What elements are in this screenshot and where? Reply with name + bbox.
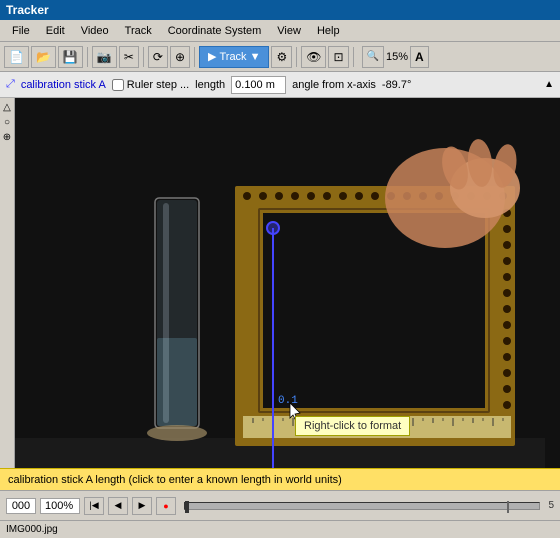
menu-help[interactable]: Help: [309, 23, 348, 39]
frame-end-number: 5: [548, 500, 554, 511]
play-back-icon: ◀: [115, 500, 122, 511]
zoom-out-button[interactable]: 🔍: [362, 46, 384, 68]
main-content: △ ○ ⊕: [0, 98, 560, 468]
left-panel-icon-1[interactable]: △: [3, 102, 11, 113]
svg-text:0.1: 0.1: [278, 395, 298, 407]
footer: IMG000.jpg: [0, 520, 560, 538]
camera-button[interactable]: 📷: [92, 46, 117, 68]
axes-icon: ⊕: [175, 50, 185, 64]
menu-coordinate-system[interactable]: Coordinate System: [160, 23, 270, 39]
scroll-up-arrow[interactable]: ▲: [544, 79, 554, 90]
calibrate-button[interactable]: ⚙: [271, 46, 292, 68]
separator-1: [87, 47, 88, 67]
clip-icon: ✂: [124, 50, 134, 64]
track-arrow-icon: ▶: [208, 50, 216, 63]
track-button[interactable]: ▶ Track ▼: [199, 46, 269, 68]
menu-edit[interactable]: Edit: [38, 23, 73, 39]
record-button[interactable]: ●: [156, 497, 176, 515]
title-bar: Tracker: [0, 0, 560, 20]
font-button[interactable]: A: [410, 46, 429, 68]
eye-icon: 👁: [306, 50, 321, 64]
ruler-step-checkbox[interactable]: [112, 79, 124, 91]
zoom-area: 🔍 15%: [362, 46, 408, 68]
save-button[interactable]: 💾: [58, 46, 83, 68]
font-icon: A: [415, 50, 424, 64]
right-click-tooltip: Right-click to format: [295, 416, 410, 436]
zoom-out-icon: 🔍: [367, 51, 379, 62]
open-button[interactable]: 📂: [31, 46, 56, 68]
axes-button[interactable]: ⊕: [170, 46, 190, 68]
calibration-arrow-icon: ⤢: [6, 78, 15, 91]
separator-3: [194, 47, 195, 67]
play-forward-button[interactable]: ▶: [132, 497, 152, 515]
play-forward-icon: ▶: [139, 500, 146, 511]
timeline-position: [185, 501, 189, 513]
new-button[interactable]: 📄: [4, 46, 29, 68]
status-bar[interactable]: calibration stick A length (click to ent…: [0, 468, 560, 490]
angle-value: -89.7°: [382, 79, 411, 91]
toolbar: 📄 📂 💾 📷 ✂ ⟳ ⊕ ▶ Track ▼ ⚙ 👁 ⊡ 🔍 15%: [0, 42, 560, 72]
length-input[interactable]: [231, 76, 286, 94]
menu-track[interactable]: Track: [117, 23, 160, 39]
left-panel-icon-2[interactable]: ○: [4, 117, 10, 128]
separator-4: [296, 47, 297, 67]
menu-bar: File Edit Video Track Coordinate System …: [0, 20, 560, 42]
track-dropdown-icon: ▼: [250, 51, 261, 63]
bottom-controls: |◀ ◀ ▶ ● 5: [0, 490, 560, 520]
zoom-fit-button[interactable]: ⊡: [328, 46, 348, 68]
status-text: calibration stick A length (click to ent…: [8, 474, 342, 486]
menu-view[interactable]: View: [269, 23, 309, 39]
open-icon: 📂: [36, 50, 51, 64]
menu-video[interactable]: Video: [73, 23, 117, 39]
track-button-label: Track: [219, 51, 246, 63]
zoom-level-display: 15%: [386, 51, 408, 63]
calibrate-icon: ⚙: [276, 50, 287, 64]
left-panel: △ ○ ⊕: [0, 98, 15, 468]
timeline-end: [507, 501, 509, 513]
zoom-fit-icon: ⊡: [333, 50, 343, 64]
length-label: length: [195, 79, 225, 91]
video-area[interactable]: 0.1 Right-click to format: [15, 98, 560, 468]
track-toolbar: ⤢ calibration stick A Ruler step ... len…: [0, 72, 560, 98]
view-button[interactable]: 👁: [301, 46, 326, 68]
record-icon: ●: [163, 501, 168, 511]
save-icon: 💾: [63, 50, 78, 64]
refresh-button[interactable]: ⟳: [148, 46, 168, 68]
calibration-stick-label: calibration stick A: [21, 79, 106, 91]
app-title: Tracker: [6, 3, 49, 17]
timeline-scrubber[interactable]: [184, 502, 540, 510]
menu-file[interactable]: File: [4, 23, 38, 39]
clip-button[interactable]: ✂: [119, 46, 139, 68]
left-panel-icon-3[interactable]: ⊕: [3, 132, 11, 143]
video-svg: 0.1: [15, 98, 560, 468]
step-back-button[interactable]: |◀: [84, 497, 104, 515]
step-back-icon: |◀: [89, 500, 98, 511]
filename-label: IMG000.jpg: [6, 524, 58, 535]
camera-icon: 📷: [97, 50, 112, 64]
separator-2: [143, 47, 144, 67]
new-icon: 📄: [9, 50, 24, 64]
refresh-icon: ⟳: [153, 50, 163, 64]
play-back-button[interactable]: ◀: [108, 497, 128, 515]
separator-5: [353, 47, 354, 67]
ruler-step-label: Ruler step ...: [112, 79, 189, 91]
angle-label: angle from x-axis: [292, 79, 376, 91]
